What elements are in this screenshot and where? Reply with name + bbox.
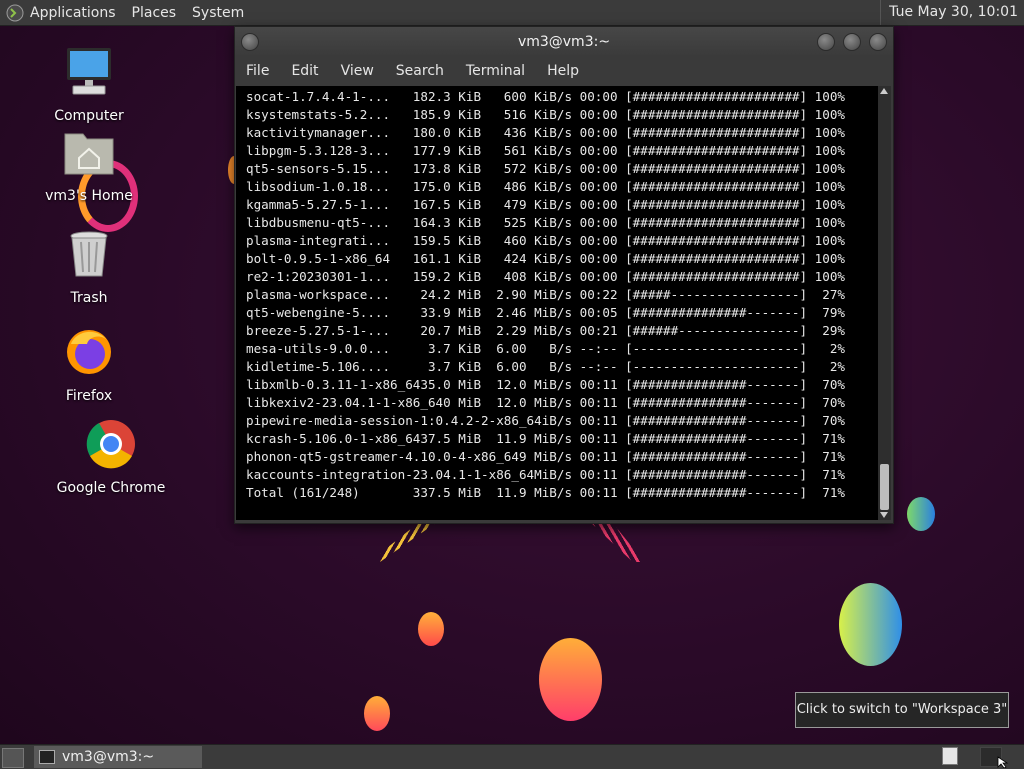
window-menu-button[interactable] [241,33,259,51]
minimize-button[interactable] [817,33,835,51]
scroll-down-icon[interactable] [880,512,888,518]
menu-edit[interactable]: Edit [291,63,318,79]
show-desktop-icon[interactable] [2,748,24,768]
window-title: vm3@vm3:~ [517,34,611,50]
desktop-icon-label: vm3's Home [45,188,133,204]
terminal-line: qt5-webengine-5.... 33.9 MiB 2.46 MiB/s … [246,305,845,320]
terminal-line: libkexiv2-23.04.1-1-x86_640 MiB 12.0 MiB… [246,395,845,410]
chrome-icon [86,420,135,469]
terminal-line: ksystemstats-5.2... 185.9 KiB 516 KiB/s … [246,107,845,122]
terminal-line: kactivitymanager... 180.0 KiB 436 KiB/s … [246,125,845,140]
window-titlebar[interactable]: vm3@vm3:~ [235,27,893,57]
menu-places[interactable]: Places [132,5,177,21]
terminal-icon [39,750,55,764]
terminal-line: Total (161/248) 337.5 MiB 11.9 MiB/s 00:… [246,485,845,500]
firefox-icon [67,330,111,374]
terminal-menubar: File Edit View Search Terminal Help [235,57,893,85]
terminal-line: libsodium-1.0.18... 175.0 KiB 486 KiB/s … [246,179,845,194]
menu-view[interactable]: View [341,63,374,79]
home-folder-icon [64,133,114,175]
desktop-icon-label: Computer [54,108,124,124]
terminal-line: plasma-workspace... 24.2 MiB 2.90 MiB/s … [246,287,845,302]
workspace-1[interactable] [942,747,958,765]
wallpaper-yellow-stripes [380,520,440,562]
menu-search[interactable]: Search [396,63,444,79]
wallpaper-orange-egg-2 [539,638,602,721]
terminal-output[interactable]: socat-1.7.4.4-1-... 182.3 KiB 600 KiB/s … [236,86,878,520]
taskbar-item-label: vm3@vm3:~ [62,749,155,765]
maximize-button[interactable] [843,33,861,51]
wallpaper-orange-egg-1 [418,612,444,646]
terminal-line: mesa-utils-9.0.0... 3.7 KiB 6.00 B/s --:… [246,341,845,356]
terminal-window[interactable]: vm3@vm3:~ File Edit View Search Terminal… [234,26,894,524]
terminal-line: bolt-0.9.5-1-x86_64 161.1 KiB 424 KiB/s … [246,251,845,266]
terminal-line: libxmlb-0.3.11-1-x86_6435.0 MiB 12.0 MiB… [246,377,845,392]
mouse-cursor-icon [997,756,1009,768]
workspace-tooltip: Click to switch to "Workspace 3" [795,692,1009,728]
desktop-icon-firefox[interactable]: Firefox [34,324,144,404]
scroll-up-icon[interactable] [880,88,888,94]
wallpaper-blue-egg-1 [907,497,935,531]
terminal-line: socat-1.7.4.4-1-... 182.3 KiB 600 KiB/s … [246,89,845,104]
terminal-line: phonon-qt5-gstreamer-4.10.0-4-x86_649 Mi… [246,449,845,464]
desktop-icon-trash[interactable]: Trash [34,226,144,306]
clock[interactable]: Tue May 30, 10:01 [880,0,1024,25]
terminal-text: socat-1.7.4.4-1-... 182.3 KiB 600 KiB/s … [236,86,878,502]
trash-icon [70,231,108,277]
desktop-icon-computer[interactable]: Computer [34,44,144,124]
bottom-panel: vm3@vm3:~ [0,744,1024,769]
wallpaper-orange-egg-3 [364,696,390,731]
close-button[interactable] [869,33,887,51]
mate-logo-icon[interactable] [6,4,24,22]
terminal-line: kaccounts-integration-23.04.1-1-x86_64Mi… [246,467,845,482]
terminal-scrollbar[interactable] [878,86,891,520]
terminal-line: plasma-integrati... 159.5 KiB 460 KiB/s … [246,233,845,248]
terminal-line: breeze-5.27.5-1-... 20.7 MiB 2.29 MiB/s … [246,323,845,338]
wallpaper-blue-egg-2 [839,583,902,666]
desktop-icon-chrome[interactable]: Google Chrome [56,416,166,496]
wallpaper-pink-stripes [588,520,644,562]
desktop-icon-label: Google Chrome [56,480,166,496]
scrollbar-thumb[interactable] [880,464,889,510]
terminal-line: pipewire-media-session-1:0.4.2-2-x86_64i… [246,413,845,428]
menu-system[interactable]: System [192,5,244,21]
menu-applications[interactable]: Applications [30,5,116,21]
menu-terminal[interactable]: Terminal [466,63,525,79]
menu-file[interactable]: File [246,63,269,79]
top-panel: Applications Places System Tue May 30, 1… [0,0,1024,26]
terminal-line: re2-1:20230301-1... 159.2 KiB 408 KiB/s … [246,269,845,284]
desktop-icon-label: Firefox [65,388,113,404]
terminal-line: libpgm-5.3.128-3... 177.9 KiB 561 KiB/s … [246,143,845,158]
terminal-line: kidletime-5.106.... 3.7 KiB 6.00 B/s --:… [246,359,845,374]
terminal-line: libdbusmenu-qt5-... 164.3 KiB 525 KiB/s … [246,215,845,230]
taskbar-item-terminal[interactable]: vm3@vm3:~ [34,746,202,768]
menu-help[interactable]: Help [547,63,579,79]
computer-icon [67,48,111,95]
terminal-line: kcrash-5.106.0-1-x86_6437.5 MiB 11.9 MiB… [246,431,845,446]
terminal-line: kgamma5-5.27.5-1... 167.5 KiB 479 KiB/s … [246,197,845,212]
terminal-line: qt5-sensors-5.15... 173.8 KiB 572 KiB/s … [246,161,845,176]
desktop-icon-home[interactable]: vm3's Home [34,124,144,204]
desktop-icon-label: Trash [70,290,108,306]
